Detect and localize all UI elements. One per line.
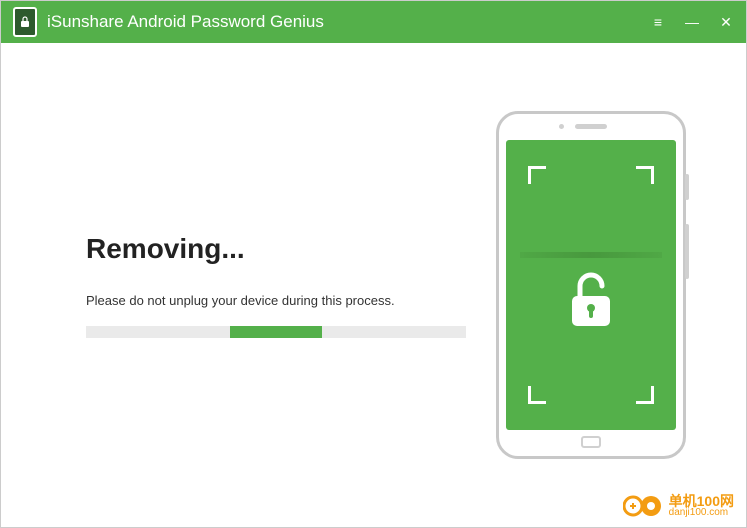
unlock-icon (566, 270, 616, 330)
phone-camera-icon (559, 124, 564, 129)
progress-bar (86, 326, 466, 338)
app-logo-icon (13, 7, 37, 37)
watermark-text: 单机100网 danji100.com (669, 494, 734, 518)
frame-corner-icon (636, 386, 654, 404)
close-button[interactable]: ✕ (718, 14, 734, 31)
phone-speaker-icon (575, 124, 607, 129)
menu-button[interactable]: ≡ (650, 14, 666, 31)
titlebar: iSunshare Android Password Genius ≡ — ✕ (1, 1, 746, 43)
watermark-logo-icon (623, 493, 663, 519)
status-heading: Removing... (86, 233, 466, 265)
phone-volume-button-icon (685, 224, 689, 279)
watermark: 单机100网 danji100.com (623, 493, 734, 519)
progress-fill (230, 326, 321, 338)
minimize-button[interactable]: — (684, 14, 700, 31)
frame-corner-icon (636, 166, 654, 184)
status-subtext: Please do not unplug your device during … (86, 293, 466, 308)
scan-line-icon (520, 252, 662, 258)
phone-side-button-icon (685, 174, 689, 200)
frame-corner-icon (528, 386, 546, 404)
app-title: iSunshare Android Password Genius (47, 12, 650, 32)
frame-corner-icon (528, 166, 546, 184)
phone-screen (506, 140, 676, 430)
window-controls: ≡ — ✕ (650, 14, 734, 31)
watermark-url: danji100.com (669, 508, 734, 518)
watermark-title: 单机100网 (669, 494, 734, 508)
status-panel: Removing... Please do not unplug your de… (86, 233, 496, 338)
phone-illustration (496, 111, 686, 459)
phone-home-button-icon (581, 436, 601, 448)
main-content: Removing... Please do not unplug your de… (1, 43, 746, 527)
